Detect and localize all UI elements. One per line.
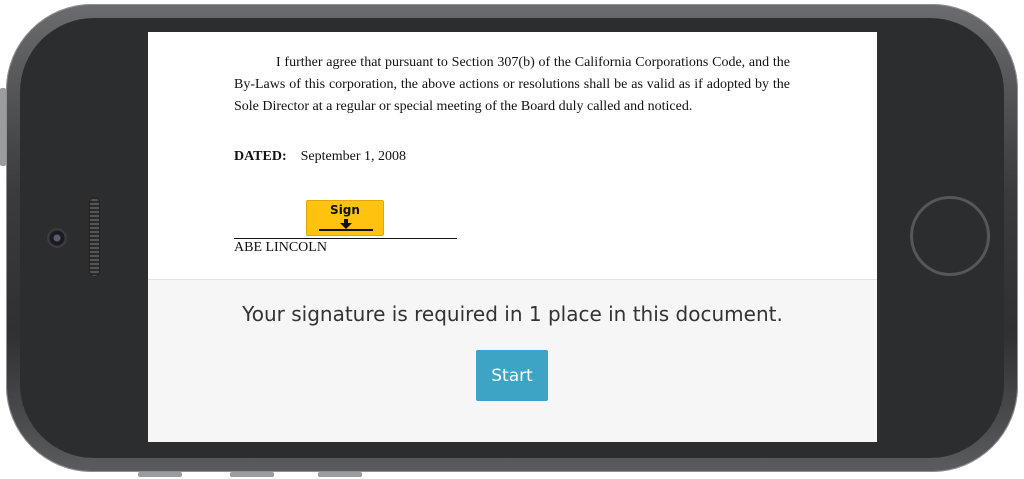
dated-label: DATED: [234, 149, 287, 164]
phone-side-button [0, 88, 6, 166]
sign-button-label: Sign [330, 203, 360, 217]
signer-name: ABE LINCOLN [234, 240, 327, 255]
document-paragraph: I further agree that pursuant to Section… [234, 55, 790, 114]
camera-lens [47, 228, 67, 248]
speaker-grille [89, 197, 100, 277]
phone-bottom-button [138, 472, 182, 477]
signature-required-message: Your signature is required in 1 place in… [242, 302, 783, 326]
signing-prompt-panel: Your signature is required in 1 place in… [148, 279, 877, 442]
sign-here-button[interactable]: Sign [306, 200, 384, 236]
home-button[interactable] [910, 196, 990, 276]
document-page[interactable]: I further agree that pursuant to Section… [148, 32, 877, 279]
down-arrow-icon [340, 219, 352, 229]
signature-line [234, 238, 457, 239]
phone-bottom-button [230, 472, 274, 477]
device-screen: I further agree that pursuant to Section… [148, 32, 877, 442]
dated-value: September 1, 2008 [300, 149, 407, 164]
start-button[interactable]: Start [476, 350, 548, 401]
sign-button-underline [319, 229, 373, 231]
phone-bottom-button [318, 472, 362, 477]
dated-line: DATED: September 1, 2008 [234, 149, 406, 165]
